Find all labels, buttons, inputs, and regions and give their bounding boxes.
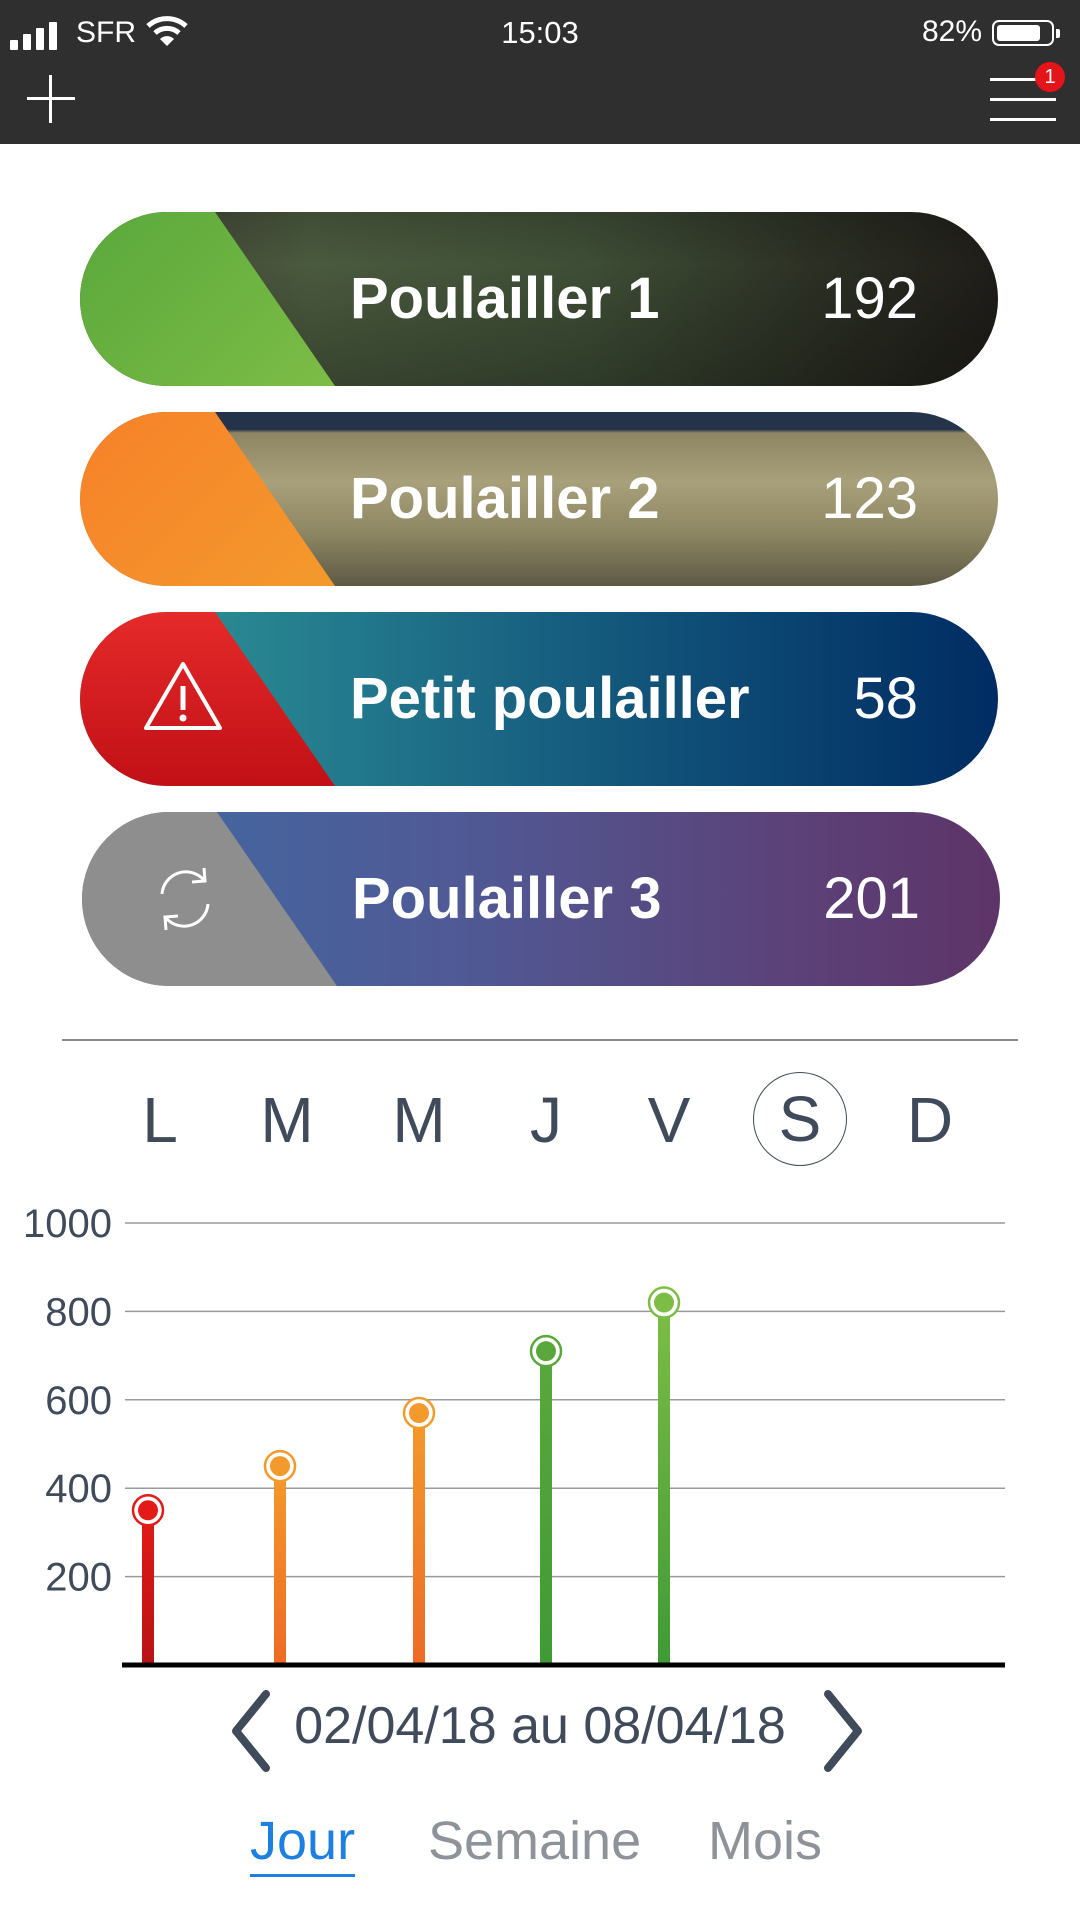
weekday-selector: L M M J V S D <box>0 1070 1080 1170</box>
clock: 15:03 <box>501 15 579 50</box>
chevron-right-icon[interactable] <box>812 1686 872 1776</box>
weekday-lundi[interactable]: L <box>110 1070 210 1170</box>
y-tick-label: 600 <box>45 1379 112 1423</box>
refresh-icon <box>160 867 210 931</box>
coop-count: 201 <box>823 866 920 931</box>
chart-point <box>409 1403 429 1424</box>
tab-jour[interactable]: Jour <box>250 1810 356 1877</box>
date-range-navigator: 02/04/18 au 08/04/18 <box>0 1686 1080 1776</box>
add-button[interactable] <box>24 72 78 126</box>
chart-point <box>270 1456 290 1477</box>
chart-bar <box>142 1510 154 1665</box>
status-bar: SFR 15:03 82% <box>0 0 1080 64</box>
coop-card-poulailler-1[interactable]: Poulailler 1 192 <box>80 212 998 386</box>
tab-mois[interactable]: Mois <box>708 1810 822 1872</box>
chart-point <box>654 1292 674 1313</box>
period-tabs: Jour Semaine Mois <box>0 1810 1080 1890</box>
warning-triangle-icon <box>144 662 222 730</box>
coop-card-petit-poulailler[interactable]: Petit poulailler 58 <box>80 612 998 786</box>
coop-name: Petit poulailler <box>350 666 750 731</box>
y-tick-label: 800 <box>45 1290 112 1334</box>
chart-point <box>536 1341 556 1362</box>
coop-card-poulailler-3[interactable]: Poulailler 3 201 <box>82 812 1000 986</box>
divider <box>62 1039 1018 1041</box>
coop-name: Poulailler 3 <box>352 866 662 931</box>
battery-icon <box>992 20 1060 46</box>
coop-count: 58 <box>853 666 918 731</box>
weekday-mardi[interactable]: M <box>237 1070 337 1170</box>
weekday-samedi-selected[interactable]: S <box>753 1072 847 1166</box>
chart-bar <box>658 1302 670 1665</box>
weekday-vendredi[interactable]: V <box>619 1070 719 1170</box>
tab-semaine[interactable]: Semaine <box>428 1810 641 1872</box>
coop-card-poulailler-2[interactable]: Poulailler 2 123 <box>80 412 998 586</box>
weekday-jeudi[interactable]: J <box>496 1070 596 1170</box>
weekday-dimanche[interactable]: D <box>880 1070 980 1170</box>
y-tick-label: 200 <box>45 1556 112 1600</box>
coop-count: 192 <box>821 266 918 331</box>
y-tick-label: 400 <box>45 1467 112 1511</box>
top-bar: SFR 15:03 82% 1 <box>0 0 1080 144</box>
coop-name: Poulailler 1 <box>350 266 660 331</box>
coop-name: Poulailler 2 <box>350 466 660 531</box>
weekday-mercredi[interactable]: M <box>369 1070 469 1170</box>
chart-bar <box>274 1466 286 1665</box>
chart-bar <box>413 1413 425 1665</box>
notification-badge: 1 <box>1035 62 1065 92</box>
y-tick-label: 1000 <box>23 1202 112 1246</box>
battery-percentage: 82% <box>921 15 982 48</box>
daily-chart: 200 400 600 800 1000 <box>23 1202 1005 1668</box>
chart-point <box>138 1500 158 1521</box>
date-range-label: 02/04/18 au 08/04/18 <box>294 1697 786 1755</box>
coop-count: 123 <box>821 466 918 531</box>
chart-bar <box>540 1351 552 1665</box>
